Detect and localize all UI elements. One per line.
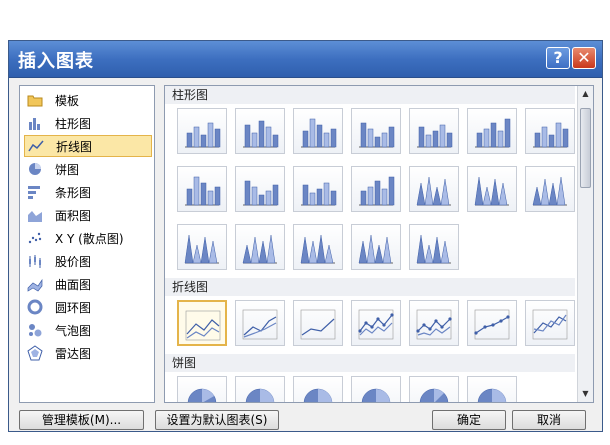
3d-cone-tile[interactable] (177, 224, 227, 270)
category-item-line[interactable]: 折线图 (24, 135, 152, 157)
category-label: X Y (散点图) (55, 231, 124, 246)
percent-stacked-column-tile[interactable] (293, 108, 343, 154)
percent-stacked-line-with-markers-tile[interactable] (467, 300, 517, 346)
category-item-pie[interactable]: 饼图 (24, 158, 152, 180)
chart-type-gallery: 柱形图 折线图 饼图 ▲ ▼ (164, 85, 594, 403)
scroll-down-icon[interactable]: ▼ (579, 387, 592, 401)
category-item-radar[interactable]: 雷达图 (24, 342, 152, 364)
clustered-pyramid-tile[interactable] (235, 224, 285, 270)
category-label: 条形图 (55, 185, 92, 200)
percent-stacked-cylinder-tile[interactable] (293, 166, 343, 212)
dialog-title: 插入图表 (18, 51, 94, 72)
3d-cylinder-tile[interactable] (351, 166, 401, 212)
section-header-pie: 饼图 (165, 354, 575, 372)
gallery-scrollbar[interactable]: ▲ ▼ (577, 86, 593, 402)
scroll-thumb[interactable] (580, 108, 591, 188)
pie-chart-icon (27, 161, 43, 177)
pie-of-pie-tile[interactable] (293, 376, 343, 402)
area-chart-icon (27, 207, 43, 223)
section-header-line: 折线图 (165, 278, 575, 296)
line-tile[interactable] (177, 300, 227, 346)
scatter-chart-icon (27, 230, 43, 246)
3d-pyramid-tile[interactable] (409, 224, 459, 270)
category-label: 模板 (55, 93, 80, 108)
percent-stacked-line-tile[interactable] (293, 300, 343, 346)
category-label: 曲面图 (55, 277, 92, 292)
3d-percent-stacked-column-tile[interactable] (467, 108, 517, 154)
category-item-area[interactable]: 面积图 (24, 204, 152, 226)
category-item-bar[interactable]: 条形图 (24, 181, 152, 203)
stacked-column-tile[interactable] (235, 108, 285, 154)
3d-clustered-column-tile[interactable] (351, 108, 401, 154)
close-button[interactable]: ✕ (572, 47, 596, 69)
set-default-chart-button[interactable]: 设置为默认图表(S) (155, 410, 279, 430)
category-item-surface[interactable]: 曲面图 (24, 273, 152, 295)
clustered-cone-tile[interactable] (409, 166, 459, 212)
3d-line-tile[interactable] (525, 300, 575, 346)
clustered-column-tile[interactable] (177, 108, 227, 154)
bubble-chart-icon (27, 322, 43, 338)
title-bar[interactable]: 插入图表 ? ✕ (9, 41, 602, 78)
category-item-column[interactable]: 柱形图 (24, 112, 152, 134)
category-label: 面积图 (55, 208, 92, 223)
category-item-doughnut[interactable]: 圆环图 (24, 296, 152, 318)
exploded-pie-tile[interactable] (351, 376, 401, 402)
bar-chart-icon (27, 184, 43, 200)
3d-stacked-column-tile[interactable] (409, 108, 459, 154)
doughnut-chart-icon (27, 299, 43, 315)
stacked-line-with-markers-tile[interactable] (409, 300, 459, 346)
category-label: 气泡图 (55, 323, 92, 338)
insert-chart-dialog: 插入图表 ? ✕ 模板 柱形图 折线图 饼图 条形图 面积图 X Y (散点图)… (8, 40, 603, 432)
stacked-pyramid-tile[interactable] (293, 224, 343, 270)
radar-chart-icon (27, 345, 43, 361)
3d-pie-tile[interactable] (235, 376, 285, 402)
category-label: 圆环图 (55, 300, 92, 315)
category-item-bubble[interactable]: 气泡图 (24, 319, 152, 341)
column-chart-icon (27, 115, 43, 131)
help-button[interactable]: ? (546, 47, 570, 69)
category-item-templates[interactable]: 模板 (24, 89, 152, 111)
folder-icon (27, 92, 43, 108)
cancel-button[interactable]: 取消 (512, 410, 586, 430)
manage-templates-button[interactable]: 管理模板(M)... (19, 410, 144, 430)
line-with-markers-tile[interactable] (351, 300, 401, 346)
section-header-column: 柱形图 (165, 86, 575, 104)
percent-stacked-cone-tile[interactable] (525, 166, 575, 212)
line-chart-icon (28, 138, 44, 154)
percent-stacked-pyramid-tile[interactable] (351, 224, 401, 270)
pie-tile[interactable] (177, 376, 227, 402)
category-label: 股价图 (55, 254, 92, 269)
ok-button[interactable]: 确定 (432, 410, 506, 430)
stacked-cylinder-tile[interactable] (235, 166, 285, 212)
category-item-stock[interactable]: 股价图 (24, 250, 152, 272)
3d-column-tile[interactable] (525, 108, 575, 154)
category-label: 饼图 (55, 162, 80, 177)
clustered-cylinder-tile[interactable] (177, 166, 227, 212)
scroll-up-icon[interactable]: ▲ (579, 87, 592, 101)
category-label: 折线图 (56, 139, 93, 154)
stock-chart-icon (27, 253, 43, 269)
stacked-line-tile[interactable] (235, 300, 285, 346)
category-label: 柱形图 (55, 116, 92, 131)
bar-of-pie-tile[interactable] (467, 376, 517, 402)
category-label: 雷达图 (55, 346, 92, 361)
chart-category-list: 模板 柱形图 折线图 饼图 条形图 面积图 X Y (散点图) 股价图 曲面图 … (19, 85, 155, 403)
3d-exploded-pie-tile[interactable] (409, 376, 459, 402)
category-item-scatter[interactable]: X Y (散点图) (24, 227, 152, 249)
surface-chart-icon (27, 276, 43, 292)
stacked-cone-tile[interactable] (467, 166, 517, 212)
